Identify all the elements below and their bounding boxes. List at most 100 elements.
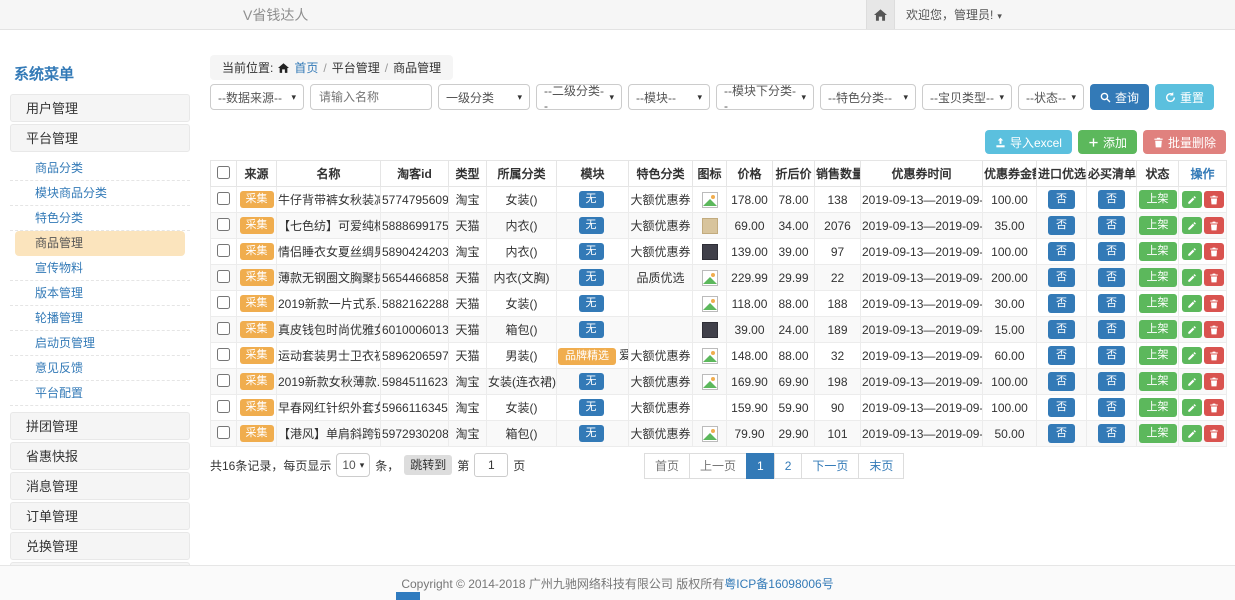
must-buy-toggle[interactable]: 否 xyxy=(1098,190,1125,209)
sidebar-item-feedback[interactable]: 意见反馈 xyxy=(10,356,190,381)
row-checkbox[interactable] xyxy=(217,296,230,309)
sidebar-item-feature-category[interactable]: 特色分类 xyxy=(10,206,190,231)
must-buy-toggle[interactable]: 否 xyxy=(1098,320,1125,339)
sidebar-item-carousel-management[interactable]: 轮播管理 xyxy=(10,306,190,331)
must-buy-toggle[interactable]: 否 xyxy=(1098,424,1125,443)
row-checkbox[interactable] xyxy=(217,426,230,439)
sidebar-item-splash-management[interactable]: 启动页管理 xyxy=(10,331,190,356)
status-toggle[interactable]: 上架 xyxy=(1139,190,1177,209)
must-buy-toggle[interactable]: 否 xyxy=(1098,398,1125,417)
pager-prev[interactable]: 上一页 xyxy=(689,453,747,479)
edit-button[interactable] xyxy=(1182,373,1202,390)
delete-button[interactable] xyxy=(1204,217,1224,234)
must-buy-toggle[interactable]: 否 xyxy=(1098,346,1125,365)
select-all-checkbox[interactable] xyxy=(217,166,230,179)
data-source-select[interactable]: --数据来源--▾ xyxy=(210,84,304,110)
edit-button[interactable] xyxy=(1182,269,1202,286)
search-button[interactable]: 查询 xyxy=(1090,84,1149,110)
sidebar-item-platform-config[interactable]: 平台配置 xyxy=(10,381,190,406)
row-checkbox[interactable] xyxy=(217,192,230,205)
row-checkbox[interactable] xyxy=(217,348,230,361)
status-toggle[interactable]: 上架 xyxy=(1139,346,1177,365)
import-select-toggle[interactable]: 否 xyxy=(1048,268,1075,287)
sidebar-item-platform-management[interactable]: 平台管理 xyxy=(10,124,190,152)
must-buy-toggle[interactable]: 否 xyxy=(1098,268,1125,287)
sidebar-item-user-management[interactable]: 用户管理 xyxy=(10,94,190,122)
import-excel-button[interactable]: 导入excel xyxy=(985,130,1072,154)
pager-last[interactable]: 末页 xyxy=(858,453,904,479)
delete-button[interactable] xyxy=(1204,269,1224,286)
item-type-select[interactable]: --宝贝类型--▾ xyxy=(922,84,1012,110)
import-select-toggle[interactable]: 否 xyxy=(1048,372,1075,391)
edit-button[interactable] xyxy=(1182,399,1202,416)
per-page-select[interactable]: 10▾ xyxy=(336,453,370,477)
sidebar-item-module-product-category[interactable]: 模块商品分类 xyxy=(10,181,190,206)
import-select-toggle[interactable]: 否 xyxy=(1048,346,1075,365)
jump-button[interactable]: 跳转到 xyxy=(404,455,452,475)
status-toggle[interactable]: 上架 xyxy=(1139,268,1177,287)
import-select-toggle[interactable]: 否 xyxy=(1048,216,1075,235)
module-select[interactable]: --模块--▾ xyxy=(628,84,710,110)
edit-button[interactable] xyxy=(1182,295,1202,312)
icp-link[interactable]: 粤ICP备16098006号 xyxy=(724,575,833,592)
sidebar-item-order-management[interactable]: 订单管理 xyxy=(10,502,190,530)
delete-button[interactable] xyxy=(1204,243,1224,260)
delete-button[interactable] xyxy=(1204,425,1224,442)
sidebar-item-product-category[interactable]: 商品分类 xyxy=(10,156,190,181)
pager-first[interactable]: 首页 xyxy=(644,453,690,479)
sidebar-item-message-management[interactable]: 消息管理 xyxy=(10,472,190,500)
import-select-toggle[interactable]: 否 xyxy=(1048,294,1075,313)
delete-button[interactable] xyxy=(1204,295,1224,312)
import-select-toggle[interactable]: 否 xyxy=(1048,190,1075,209)
row-checkbox[interactable] xyxy=(217,270,230,283)
import-select-toggle[interactable]: 否 xyxy=(1048,320,1075,339)
module-sub-select[interactable]: --模块下分类--▾ xyxy=(716,84,814,110)
sidebar-item-promo-material[interactable]: 宣传物料 xyxy=(10,256,190,281)
import-select-toggle[interactable]: 否 xyxy=(1048,424,1075,443)
sidebar-item-exchange-management[interactable]: 兑换管理 xyxy=(10,532,190,560)
category1-select[interactable]: 一级分类▾ xyxy=(438,84,530,110)
status-toggle[interactable]: 上架 xyxy=(1139,424,1177,443)
delete-button[interactable] xyxy=(1204,321,1224,338)
delete-button[interactable] xyxy=(1204,399,1224,416)
home-button[interactable] xyxy=(866,0,895,29)
must-buy-toggle[interactable]: 否 xyxy=(1098,242,1125,261)
row-checkbox[interactable] xyxy=(217,322,230,335)
add-button[interactable]: 添加 xyxy=(1078,130,1137,154)
row-checkbox[interactable] xyxy=(217,400,230,413)
must-buy-toggle[interactable]: 否 xyxy=(1098,372,1125,391)
delete-button[interactable] xyxy=(1204,191,1224,208)
pager-page-1[interactable]: 1 xyxy=(746,453,775,479)
must-buy-toggle[interactable]: 否 xyxy=(1098,216,1125,235)
edit-button[interactable] xyxy=(1182,217,1202,234)
sidebar-item-savings-news[interactable]: 省惠快报 xyxy=(10,442,190,470)
delete-button[interactable] xyxy=(1204,347,1224,364)
edit-button[interactable] xyxy=(1182,321,1202,338)
row-checkbox[interactable] xyxy=(217,218,230,231)
status-toggle[interactable]: 上架 xyxy=(1139,372,1177,391)
batch-delete-button[interactable]: 批量删除 xyxy=(1143,130,1226,154)
edit-button[interactable] xyxy=(1182,191,1202,208)
name-search-input[interactable] xyxy=(310,84,432,110)
status-toggle[interactable]: 上架 xyxy=(1139,398,1177,417)
pager-next[interactable]: 下一页 xyxy=(801,453,859,479)
reset-button[interactable]: 重置 xyxy=(1155,84,1214,110)
status-toggle[interactable]: 上架 xyxy=(1139,320,1177,339)
status-select[interactable]: --状态--▾ xyxy=(1018,84,1084,110)
status-toggle[interactable]: 上架 xyxy=(1139,294,1177,313)
edit-button[interactable] xyxy=(1182,243,1202,260)
status-toggle[interactable]: 上架 xyxy=(1139,216,1177,235)
import-select-toggle[interactable]: 否 xyxy=(1048,242,1075,261)
category2-select[interactable]: --二级分类--▾ xyxy=(536,84,622,110)
status-toggle[interactable]: 上架 xyxy=(1139,242,1177,261)
delete-button[interactable] xyxy=(1204,373,1224,390)
edit-button[interactable] xyxy=(1182,425,1202,442)
breadcrumb-home-link[interactable]: 首页 xyxy=(294,59,318,76)
sidebar-item-product-management[interactable]: 商品管理 xyxy=(15,231,185,256)
row-checkbox[interactable] xyxy=(217,374,230,387)
page-number-input[interactable] xyxy=(474,453,508,477)
sidebar-item-version-management[interactable]: 版本管理 xyxy=(10,281,190,306)
row-checkbox[interactable] xyxy=(217,244,230,257)
pager-page-2[interactable]: 2 xyxy=(774,453,803,479)
edit-button[interactable] xyxy=(1182,347,1202,364)
